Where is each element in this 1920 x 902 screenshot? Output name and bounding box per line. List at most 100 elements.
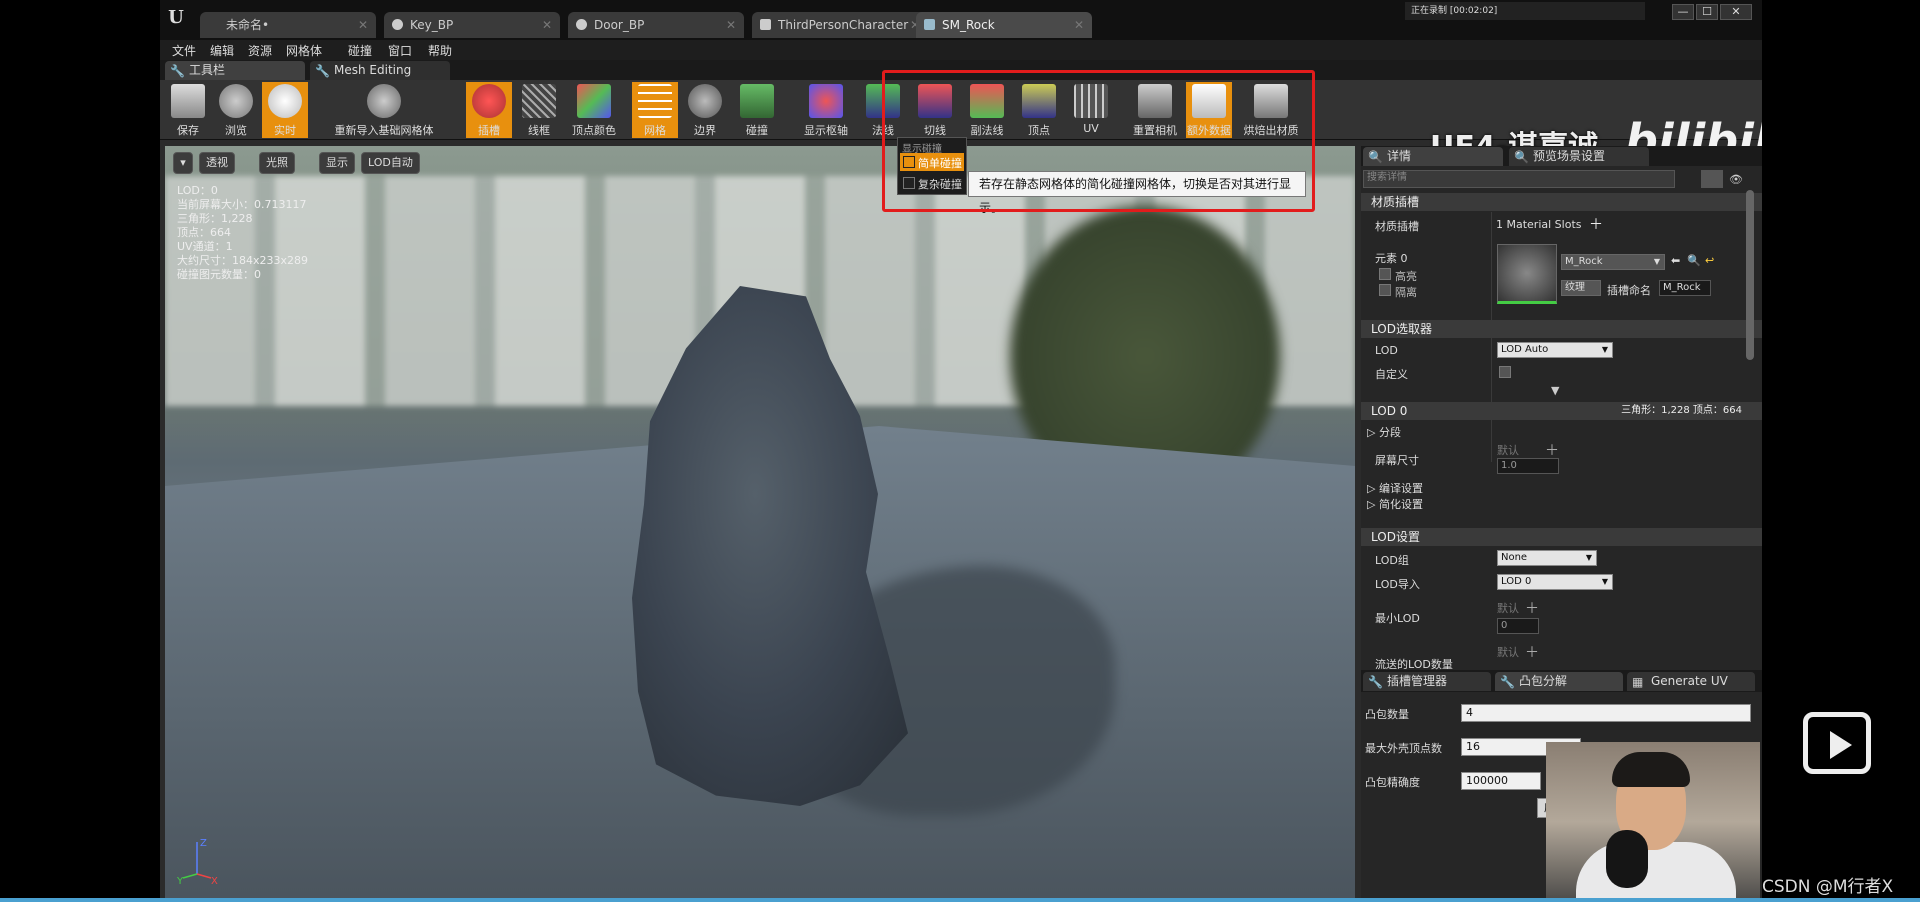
add-slot-icon[interactable]: ＋	[1589, 214, 1603, 234]
expand-arrow-icon[interactable]: ▼	[1551, 384, 1559, 397]
collision-button[interactable]: 碰撞	[734, 82, 780, 138]
reimport-base-mesh-button[interactable]: 重新导入基础网格体	[320, 82, 448, 138]
stopwatch-icon	[268, 84, 302, 118]
maximize-button[interactable]: ☐	[1696, 4, 1718, 20]
viewport-options-button[interactable]: ▾	[173, 152, 193, 174]
slot-name-input[interactable]: M_Rock	[1659, 280, 1711, 296]
tab-label: 预览场景设置	[1533, 149, 1606, 163]
prop-label: 元素 0	[1375, 252, 1408, 265]
section-material-slots[interactable]: 材质插槽	[1361, 193, 1762, 211]
button-label: 显示	[326, 156, 348, 169]
tab-generate-uv[interactable]: ▦ Generate UV	[1627, 672, 1755, 691]
isolate-checkbox[interactable]	[1379, 284, 1391, 296]
menu-help[interactable]: 帮助	[428, 42, 452, 59]
hull-count-slider[interactable]: 4	[1461, 704, 1751, 722]
csdn-watermark: CSDN @M行者X	[1762, 877, 1894, 897]
add-icon[interactable]: ＋	[1525, 598, 1539, 618]
min-lod-input[interactable]: 0	[1497, 618, 1539, 634]
texture-button[interactable]: 纹理	[1561, 280, 1601, 296]
tab-details[interactable]: 🔍 详情	[1363, 147, 1503, 166]
menu-collision[interactable]: 碰撞	[348, 42, 372, 59]
save-button[interactable]: 保存	[165, 82, 211, 138]
show-button[interactable]: 显示	[319, 152, 355, 174]
screen-size-input[interactable]: 1.0	[1497, 458, 1559, 474]
grid-button[interactable]: 网格	[632, 82, 678, 138]
add-icon[interactable]: ＋	[1525, 642, 1539, 662]
build-settings-row[interactable]: ▷ 编译设置	[1367, 480, 1423, 496]
axis-x-label: X	[211, 876, 218, 884]
lod-group-select[interactable]: None ▼	[1497, 550, 1597, 566]
search-details-input[interactable]: 搜索详情	[1363, 170, 1675, 188]
perspective-button[interactable]: 透视	[199, 152, 235, 174]
microphone-icon	[1606, 830, 1648, 888]
lit-button[interactable]: 光照	[259, 152, 295, 174]
tab-third-person-character[interactable]: ThirdPersonCharacter ✕	[752, 12, 928, 38]
tab-untitled[interactable]: 未命名• ✕	[200, 12, 376, 38]
select-value: None	[1501, 552, 1528, 563]
close-tab-icon[interactable]: ✕	[1074, 12, 1084, 38]
tab-door-bp[interactable]: Door_BP ✕	[568, 12, 744, 38]
close-tab-icon[interactable]: ✕	[542, 12, 552, 38]
section-title: LOD选取器	[1371, 322, 1432, 336]
lod-auto-button[interactable]: LOD自动	[361, 152, 420, 174]
eye-icon[interactable]: 👁	[1729, 173, 1743, 186]
menu-edit[interactable]: 编辑	[210, 42, 234, 59]
hull-precision-slider[interactable]: 100000	[1461, 772, 1541, 790]
menu-asset[interactable]: 资源	[248, 42, 272, 59]
reset-icon[interactable]: ↩	[1705, 254, 1714, 267]
tab-toolbar[interactable]: 🔧 工具栏	[165, 61, 305, 80]
prop-label: LOD	[1375, 344, 1398, 357]
prop-label: 屏幕尺寸	[1375, 454, 1419, 467]
button-label: 光照	[266, 156, 288, 169]
scrollbar[interactable]	[1746, 190, 1754, 360]
section-lod-picker[interactable]: LOD选取器	[1361, 320, 1762, 338]
minimize-button[interactable]: —	[1672, 4, 1694, 20]
arrow-left-icon[interactable]: ⬅	[1671, 254, 1680, 267]
reduction-settings-row[interactable]: ▷ 简化设置	[1367, 496, 1423, 512]
prop-label: 凸包精确度	[1365, 776, 1420, 789]
chevron-down-icon: ▼	[1601, 577, 1608, 586]
close-window-button[interactable]: ✕	[1720, 4, 1752, 20]
viewport[interactable]: ▾ 透视 光照 显示 LOD自动 LOD：0 当前屏幕大小：0.713117 三…	[165, 146, 1355, 898]
vertex-color-button[interactable]: 顶点颜色	[566, 82, 622, 138]
tab-sm-rock[interactable]: SM_Rock ✕	[916, 12, 1092, 38]
grid-view-icon[interactable]	[1701, 170, 1723, 188]
bounds-button[interactable]: 边界	[682, 82, 728, 138]
section-lod-settings[interactable]: LOD设置	[1361, 528, 1762, 546]
prop-label: 简化设置	[1378, 498, 1423, 511]
magnifier-icon	[219, 84, 253, 118]
tab-label: 工具栏	[189, 63, 226, 77]
search-icon[interactable]: 🔍	[1687, 254, 1701, 267]
lod-import-select[interactable]: LOD 0 ▼	[1497, 574, 1613, 590]
chevron-down-icon: ▼	[1601, 345, 1608, 354]
play-icon[interactable]	[1803, 712, 1871, 774]
tab-key-bp[interactable]: Key_BP ✕	[384, 12, 560, 38]
sockets-button[interactable]: 插槽	[466, 82, 512, 138]
sections-row[interactable]: ▷ 分段	[1367, 424, 1401, 440]
show-pivot-button[interactable]: 显示枢轴	[798, 82, 854, 138]
prop-label: 材质插槽	[1375, 220, 1419, 233]
tab-mesh-editing[interactable]: 🔧 Mesh Editing	[310, 61, 450, 80]
tab-socket-manager[interactable]: 🔧 插槽管理器	[1363, 672, 1491, 691]
wireframe-button[interactable]: 线框	[516, 82, 562, 138]
blueprint-icon	[576, 19, 587, 30]
recording-text: 正在录制 [00:02:02]	[1411, 6, 1498, 16]
highlight-checkbox[interactable]	[1379, 268, 1391, 280]
menu-mesh[interactable]: 网格体	[286, 42, 322, 59]
menu-window[interactable]: 窗口	[388, 42, 412, 59]
add-icon[interactable]: ＋	[1545, 440, 1559, 460]
lod-select[interactable]: LOD Auto ▼	[1497, 342, 1613, 358]
expand-arrow-icon: ▷	[1367, 482, 1379, 495]
material-select[interactable]: M_Rock ▼	[1561, 254, 1665, 270]
menu-file[interactable]: 文件	[172, 42, 196, 59]
tab-convex-decomposition[interactable]: 🔧 凸包分解	[1495, 672, 1623, 691]
close-tab-icon[interactable]: ✕	[726, 12, 736, 38]
realtime-button[interactable]: 实时	[262, 82, 308, 138]
custom-checkbox[interactable]	[1499, 366, 1511, 378]
axis-gizmo-icon: Z Y X	[177, 838, 218, 884]
browse-button[interactable]: 浏览	[213, 82, 259, 138]
section-lod0[interactable]: LOD 0 三角形：1,228 顶点：664	[1361, 402, 1762, 420]
close-tab-icon[interactable]: ✕	[358, 12, 368, 38]
material-thumbnail[interactable]	[1497, 244, 1557, 304]
tab-preview-scene[interactable]: 🔍 预览场景设置	[1509, 147, 1649, 166]
